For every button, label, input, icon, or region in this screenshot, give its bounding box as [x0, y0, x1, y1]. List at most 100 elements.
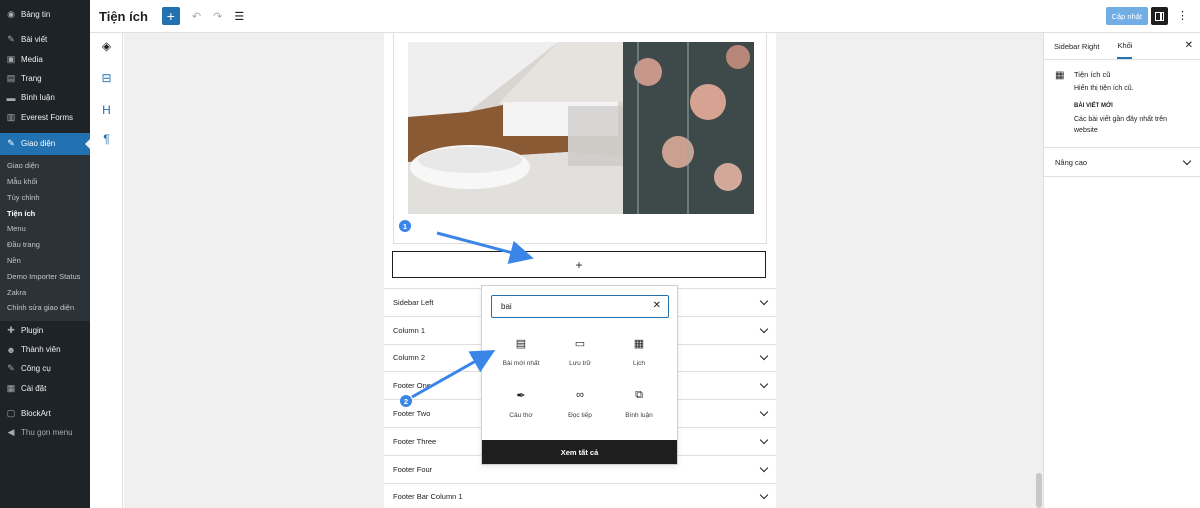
widget-area-label: Sidebar Left — [393, 297, 434, 307]
admin-menu-label: Bài viết — [21, 35, 48, 45]
submenu-item-menu[interactable]: Menu — [0, 221, 90, 237]
editor-topbar: Tiện ích + ↶ ↷ ☰ Cập nhật ⋮ — [90, 0, 1200, 33]
verse-icon: ✒ — [516, 390, 526, 402]
add-block-button[interactable]: + — [392, 251, 766, 278]
block-tool-strip: ◈ ⊟ H ¶ — [90, 33, 123, 508]
settings-sidebar: Sidebar Right Khối ✕ ▦ Tiện ích cũ Hiển … — [1043, 33, 1200, 508]
submenu-item-demo-importer-status[interactable]: Demo Importer Status — [0, 268, 90, 284]
chevron-down-icon — [759, 463, 769, 472]
sidebar-tabs: Sidebar Right Khối ✕ — [1044, 33, 1200, 60]
chevron-down-icon — [759, 491, 769, 500]
submenu-item-zakra[interactable]: Zakra — [0, 284, 90, 300]
admin-submenu: Giao diện Mẫu khối Tùy chỉnh Tiện ích Menu Đầ… — [0, 154, 90, 321]
admin-menu-label: Media — [21, 54, 43, 64]
paragraph-icon[interactable]: ¶ — [90, 132, 123, 146]
block-description: Hiển thị tiện ích cũ. — [1074, 85, 1134, 92]
widget-area-label: Footer Four — [393, 464, 433, 474]
submenu-item-giao-dien[interactable]: Giao diện — [0, 158, 90, 174]
comments-icon: ⧉ — [635, 389, 643, 401]
advanced-label: Nâng cao — [1055, 157, 1088, 167]
add-block-toggle-button[interactable]: + — [161, 7, 180, 25]
submenu-item-nen[interactable]: Nền — [0, 253, 90, 269]
admin-sidebar: ◉ Bảng tin ✎ Bài viết ▣ Media ▤ Trang ▬ Bình luận… — [0, 0, 90, 508]
submenu-item-mau-khoi[interactable]: Mẫu khối — [0, 174, 90, 190]
widget-area-footer-bar-column-1[interactable]: Footer Bar Column 1 — [384, 482, 776, 508]
canvas-scrollbar[interactable] — [1035, 33, 1043, 508]
block-result-lich[interactable]: ▦ Lịch — [614, 337, 664, 367]
heading-icon[interactable]: H — [90, 103, 123, 117]
block-result-label: Bình luận — [625, 412, 653, 419]
admin-menu-trang[interactable]: ▤ Trang — [0, 69, 90, 88]
scrollbar-thumb[interactable] — [1036, 473, 1042, 508]
admin-menu-label: Bình luận — [21, 93, 55, 103]
page-icon: ▤ — [6, 73, 16, 84]
advanced-panel-toggle[interactable]: Nâng cao — [1044, 148, 1200, 177]
undo-icon[interactable]: ↶ — [192, 10, 201, 23]
chevron-down-icon — [759, 352, 769, 361]
brush-icon: ✎ — [7, 138, 15, 149]
admin-menu-label: Trang — [21, 74, 42, 84]
layers-icon[interactable]: ◈ — [90, 39, 123, 53]
browse-all-button[interactable]: Xem tất cả — [482, 440, 677, 464]
tab-sidebar-right[interactable]: Sidebar Right — [1054, 33, 1099, 59]
block-result-label: Lưu trữ — [569, 360, 591, 367]
variation-title: BÀI VIẾT MỚI — [1074, 103, 1113, 109]
admin-menu-bai-viet[interactable]: ✎ Bài viết — [0, 30, 90, 49]
admin-menu-label: Bảng tin — [21, 10, 51, 20]
latest-posts-icon: ▤ — [515, 338, 527, 350]
chevron-down-icon — [759, 324, 769, 333]
block-result-bai-moi-nhat[interactable]: ▤ Bài mới nhất — [496, 337, 546, 367]
update-button[interactable]: Cập nhật — [1105, 7, 1148, 25]
admin-menu-everest-forms[interactable]: ▥ Everest Forms — [0, 107, 90, 126]
admin-menu-label: Công cụ — [21, 364, 51, 374]
comment-icon: ▬ — [6, 92, 16, 103]
widget-area-label: Footer One — [393, 381, 431, 391]
admin-menu-bang-tin[interactable]: ◉ Bảng tin — [0, 5, 90, 24]
widget-area-label: Column 2 — [393, 353, 426, 363]
admin-menu-label: Thành viên — [21, 345, 61, 355]
more-options-icon[interactable]: ⋮ — [1177, 9, 1188, 22]
admin-menu-binh-luan[interactable]: ▬ Bình luận — [0, 88, 90, 107]
image-block[interactable] — [393, 33, 767, 244]
submenu-item-tuy-chinh[interactable]: Tùy chỉnh — [0, 189, 90, 205]
archive-icon: ▭ — [574, 338, 586, 350]
form-icon: ▥ — [6, 111, 16, 122]
settings-toggle-button[interactable] — [1151, 7, 1168, 25]
list-view-icon[interactable]: ☰ — [234, 10, 244, 23]
admin-menu-cai-dat[interactable]: ▦ Cài đặt — [0, 379, 90, 398]
admin-menu-cong-cu[interactable]: ✎ Công cụ — [0, 359, 90, 378]
widget-area-label: Footer Three — [393, 436, 437, 446]
chevron-down-icon — [1182, 156, 1192, 165]
clear-search-icon[interactable]: ✕ — [653, 300, 661, 311]
sidebar-panel-icon — [1155, 11, 1164, 21]
block-result-luu-tru[interactable]: ▭ Lưu trữ — [555, 337, 605, 367]
admin-menu-thanh-vien[interactable]: ☻ Thành viên — [0, 340, 90, 359]
admin-menu-blockart[interactable]: ▢ BlockArt — [0, 404, 90, 423]
redo-icon[interactable]: ↷ — [213, 10, 222, 23]
submenu-item-chinh-sua-giao-dien[interactable]: Chỉnh sửa giao diện — [0, 300, 90, 316]
admin-menu-label: Giao diện — [21, 139, 56, 149]
block-search-input[interactable]: bai ✕ — [491, 295, 669, 318]
block-result-doc-tiep[interactable]: ∞ Đọc tiếp — [555, 389, 605, 419]
chevron-down-icon — [759, 380, 769, 389]
widget-block-icon[interactable]: ⊟ — [90, 71, 123, 85]
admin-menu-giao-dien[interactable]: ✎ Giao diện — [0, 132, 90, 155]
block-result-cau-tho[interactable]: ✒ Câu thơ — [496, 389, 546, 419]
tab-block[interactable]: Khối — [1117, 33, 1133, 59]
admin-menu-plugin[interactable]: ✚ Plugin — [0, 321, 90, 340]
admin-menu-label: Cài đặt — [21, 383, 47, 393]
submenu-item-tien-ich[interactable]: Tiện ích — [0, 205, 90, 221]
link-icon: ∞ — [576, 389, 584, 401]
close-icon[interactable]: ✕ — [1185, 40, 1193, 51]
admin-menu-thu-gon-menu[interactable]: ◀ Thu gọn menu — [0, 423, 90, 442]
collapse-icon: ◀ — [7, 427, 15, 438]
block-result-binh-luan[interactable]: ⧉ Bình luận — [614, 389, 664, 419]
admin-menu-label: Everest Forms — [21, 112, 74, 122]
legacy-widget-icon: ▦ — [1055, 70, 1065, 81]
pin-icon: ✎ — [7, 34, 15, 45]
block-card: ▦ Tiện ích cũ Hiển thị tiện ích cũ. BÀI … — [1044, 60, 1200, 148]
admin-menu-media[interactable]: ▣ Media — [0, 50, 90, 69]
settings-icon: ▦ — [6, 382, 16, 393]
admin-menu-label: BlockArt — [21, 409, 51, 419]
submenu-item-dau-trang[interactable]: Đầu trang — [0, 237, 90, 253]
